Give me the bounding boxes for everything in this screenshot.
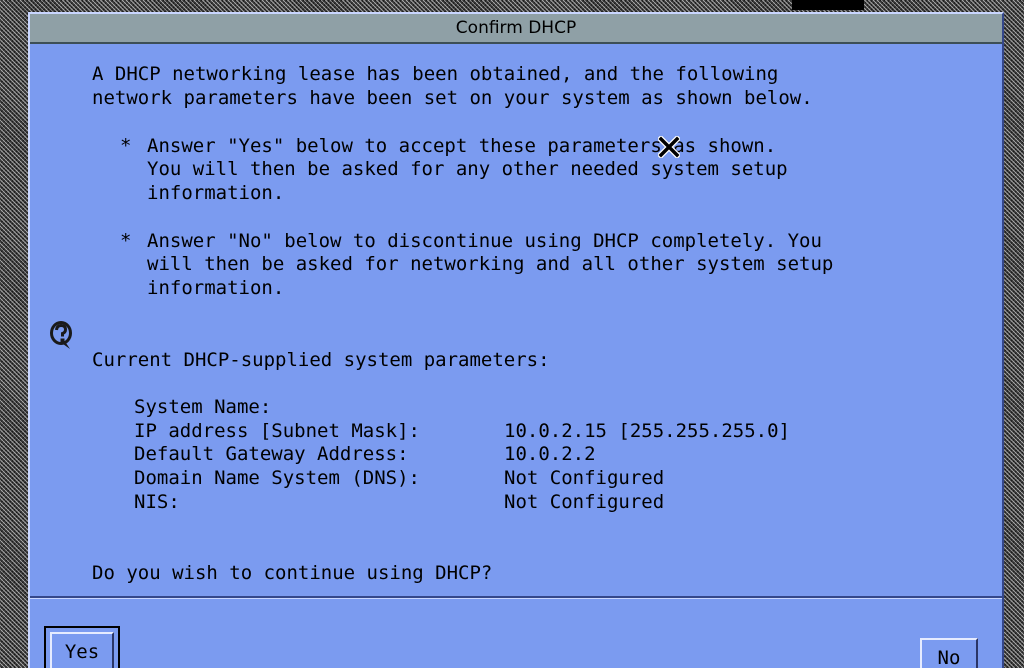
- param-label-gateway: Default Gateway Address:: [134, 443, 409, 465]
- bullet-yes-line-3: information.: [147, 182, 285, 204]
- yes-button[interactable]: Yes: [50, 632, 114, 668]
- x-cursor-icon: [656, 134, 682, 160]
- bullet-no-line-2: will then be asked for networking and al…: [147, 253, 834, 275]
- param-label-ip-address: IP address [Subnet Mask]:: [134, 420, 420, 442]
- bullet-no-star: *: [120, 230, 132, 252]
- bullet-no-line-3: information.: [147, 277, 285, 299]
- bullet-yes-star: *: [120, 135, 132, 157]
- dialog-content: A DHCP networking lease has been obtaine…: [30, 44, 1002, 604]
- param-value-ip-address: 10.0.2.15 [255.255.255.0]: [504, 420, 790, 442]
- continue-question: Do you wish to continue using DHCP?: [92, 562, 493, 584]
- param-label-system-name: System Name:: [134, 396, 272, 418]
- params-heading: Current DHCP-supplied system parameters:: [92, 349, 550, 371]
- no-button[interactable]: No: [920, 638, 978, 668]
- bullet-yes-line-2: You will then be asked for any other nee…: [147, 158, 788, 180]
- bullet-no-line-1: Answer "No" below to discontinue using D…: [147, 230, 822, 252]
- param-value-dns: Not Configured: [504, 467, 665, 489]
- desktop-dark-strip: [792, 0, 864, 10]
- param-label-nis: NIS:: [134, 491, 180, 513]
- param-value-nis: Not Configured: [504, 491, 665, 513]
- dialog-title: Confirm DHCP: [455, 18, 577, 38]
- intro-line-1: A DHCP networking lease has been obtaine…: [92, 63, 779, 85]
- confirm-dhcp-dialog: Confirm DHCP A DHCP networking lease has…: [28, 12, 1004, 668]
- param-label-dns: Domain Name System (DNS):: [134, 467, 420, 489]
- dialog-titlebar[interactable]: Confirm DHCP: [30, 14, 1002, 44]
- dialog-button-bar: Yes No: [30, 596, 1002, 668]
- bullet-yes-line-1: Answer "Yes" below to accept these param…: [147, 135, 777, 157]
- help-question-icon[interactable]: [48, 320, 74, 350]
- default-button-frame: Yes: [44, 626, 120, 668]
- intro-line-2: network parameters have been set on your…: [92, 87, 813, 109]
- param-value-gateway: 10.0.2.2: [504, 443, 596, 465]
